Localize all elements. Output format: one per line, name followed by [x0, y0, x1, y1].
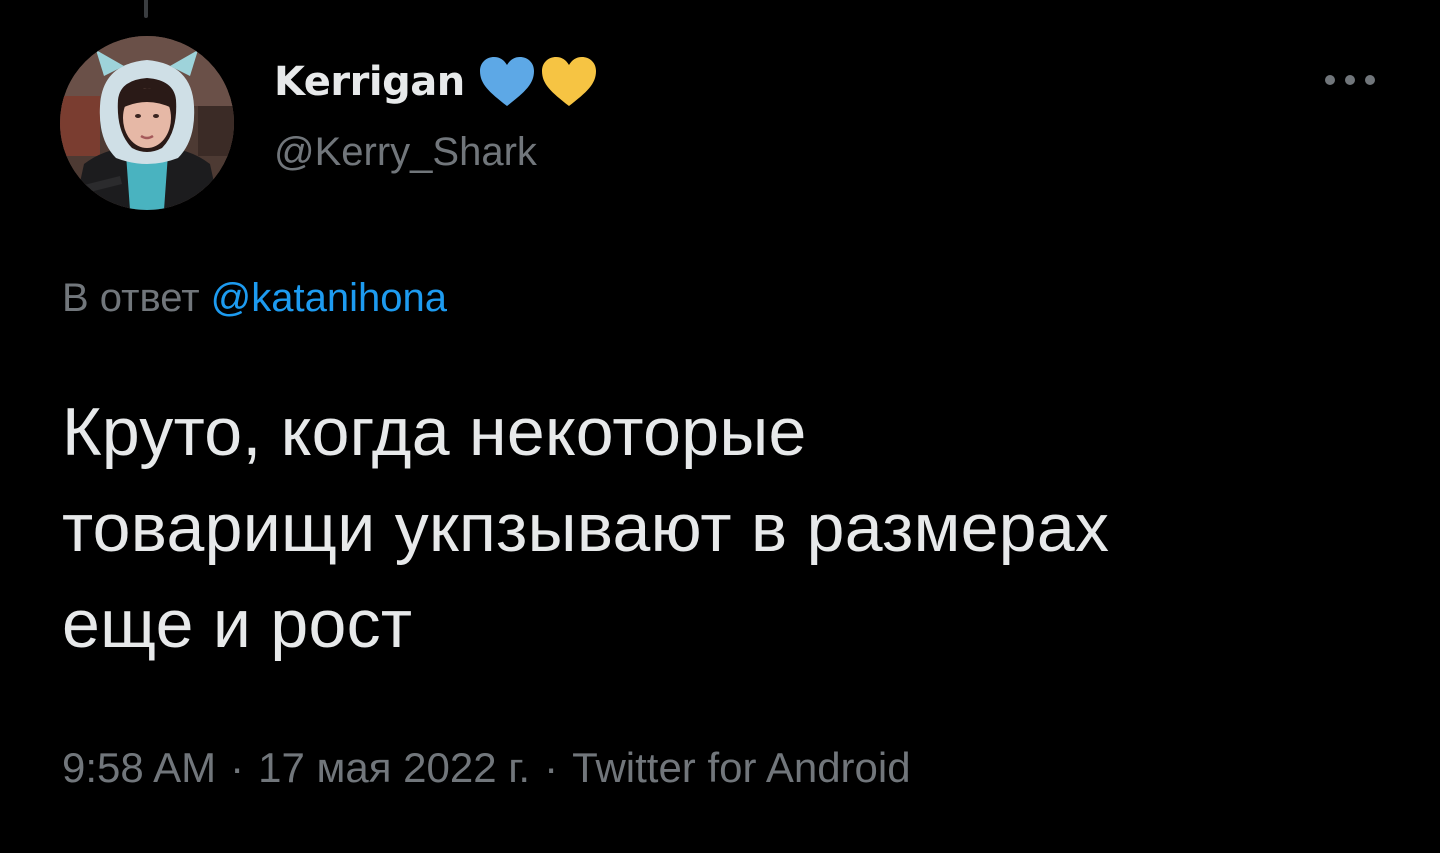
reply-mention-link[interactable]: @katanihona	[211, 276, 447, 320]
author-name-row[interactable]: Kerrigan	[274, 52, 599, 112]
tweet-meta: 9:58 AM · 17 мая 2022 г. · Twitter for A…	[62, 744, 911, 792]
yellow-heart-icon	[541, 57, 596, 106]
reply-context: В ответ @katanihona	[62, 276, 447, 321]
profile-photo	[60, 36, 234, 210]
reply-prefix: В ответ	[62, 276, 200, 320]
more-options-icon	[1325, 75, 1375, 85]
meta-separator: ·	[544, 744, 559, 791]
tweet-source[interactable]: Twitter for Android	[572, 744, 910, 792]
author-badges	[477, 54, 599, 110]
thread-connector-line	[144, 0, 148, 18]
meta-separator: ·	[230, 744, 245, 791]
tweet-text: Круто, когда некоторые товарищи укпзываю…	[62, 394, 1110, 662]
avatar[interactable]	[60, 36, 234, 210]
author-display-name[interactable]: Kerrigan	[274, 59, 465, 105]
more-options-button[interactable]	[1322, 64, 1378, 96]
author-handle[interactable]: @Kerry_Shark	[274, 130, 537, 175]
tweet-time[interactable]: 9:58 AM	[62, 744, 216, 792]
blue-heart-icon	[479, 57, 534, 106]
tweet-date[interactable]: 17 мая 2022 г.	[258, 744, 530, 792]
